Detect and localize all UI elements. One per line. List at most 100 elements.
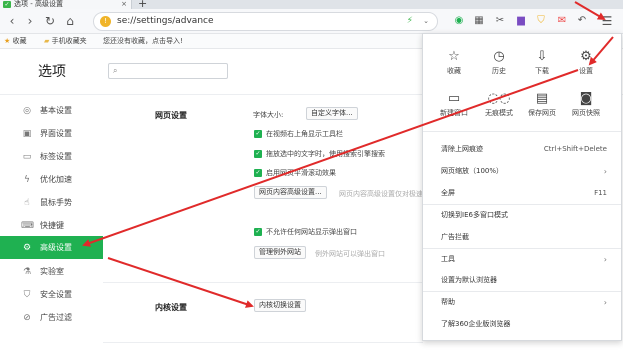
search-icon: ⌕ (113, 66, 118, 75)
menu-quick-label: 历史 (492, 67, 506, 75)
sidebar-item-adblock[interactable]: ⊘ 广告过滤 (0, 306, 103, 329)
menu-item-ie6-mode[interactable]: 切换到IE6多窗口模式 (423, 205, 621, 226)
speed-mode-icon[interactable]: ⚡ (407, 13, 413, 30)
sidebar-item-speed[interactable]: ϟ 优化加速 (0, 168, 103, 191)
content-settings-button[interactable]: 网页内容高级设置... (254, 186, 327, 199)
kernel-switch-button[interactable]: 内核切换设置 (254, 299, 306, 312)
tab-settings[interactable]: ✓ 选项 - 高级设置 × (0, 0, 132, 9)
shield-icon[interactable]: ⛉ (534, 14, 548, 28)
menu-quick-save-page[interactable]: ▤ 保存网页 (520, 84, 564, 122)
save-page-icon: ▤ (535, 91, 549, 106)
tab-strip: ✓ 选项 - 高级设置 × + (0, 0, 623, 10)
sidebar-hotkeys-icon: ⌨ (21, 220, 34, 231)
checkbox-drag-search[interactable]: ✓ 拖放选中的文字时，使用搜索引擎搜索 (254, 149, 385, 159)
menu-item-label: 帮助 (441, 298, 455, 306)
extension-icon[interactable]: ◉ (452, 14, 466, 28)
menu-item-zoom[interactable]: 网页缩放（100%） › (423, 161, 621, 182)
close-icon[interactable]: × (121, 0, 127, 9)
sidebar-item-label: 实验室 (40, 267, 64, 276)
page-title: 选项 (38, 64, 66, 80)
chevron-right-icon: › (603, 298, 607, 307)
star-icon: ★ (4, 37, 11, 45)
sidebar-ui-icon: ▣ (22, 128, 32, 139)
sidebar-item-label: 优化加速 (40, 175, 72, 184)
menu-quick-label: 网页快照 (572, 109, 600, 117)
refresh-icon[interactable]: ↻ (42, 13, 58, 29)
home-icon[interactable]: ⌂ (62, 13, 78, 29)
menu-item-label: 设置为默认浏览器 (441, 276, 497, 284)
menu-quick-favorites[interactable]: ☆ 收藏 (432, 42, 476, 80)
sidebar-basic-icon: ◎ (23, 105, 31, 116)
sidebar-item-lab[interactable]: ⚗ 实验室 (0, 260, 103, 283)
font-size-label: 字体大小: (253, 111, 284, 119)
menu-quick-label: 保存网页 (528, 109, 556, 117)
custom-font-button[interactable]: 自定义字体... (306, 107, 358, 120)
sidebar-item-advanced[interactable]: ⚙ 高级设置 (0, 236, 103, 259)
url-text[interactable]: se://settings/advance (117, 13, 214, 30)
menu-item-fullscreen[interactable]: 全屏 F11 (423, 183, 621, 204)
sidebar-item-label: 快捷键 (40, 221, 64, 230)
sidebar-adblock-icon: ⊘ (23, 312, 31, 323)
bookmark-mobile[interactable]: ▰ 手机收藏夹 (44, 34, 87, 49)
menu-quick-history[interactable]: ◷ 历史 (477, 42, 521, 80)
sidebar-item-label: 鼠标手势 (40, 198, 72, 207)
exceptions-hint: 例外网站可以弹出窗口 (315, 250, 385, 258)
menu-item-label: 切换到IE6多窗口模式 (441, 211, 508, 219)
menu-item-ad-block[interactable]: 广告拦截 (423, 227, 621, 248)
checkbox-checked-icon: ✓ (254, 150, 262, 158)
menu-quick-settings[interactable]: ⚙ 设置 (564, 42, 608, 80)
menu-quick-label: 设置 (579, 67, 593, 75)
shortcut-key: Ctrl+Shift+Delete (543, 145, 607, 153)
address-bar[interactable]: ! se://settings/advance ⚡ ⌄ (93, 12, 438, 31)
folder-icon: ▰ (44, 37, 50, 45)
chevron-down-icon[interactable]: ⌄ (423, 13, 429, 30)
translate-icon[interactable]: ▆ (514, 14, 528, 28)
sidebar-item-mouse[interactable]: ☝ 鼠标手势 (0, 191, 103, 214)
menu-quick-new-window[interactable]: ▭ 新建窗口 (432, 84, 476, 122)
checkbox-block-popups[interactable]: ✓ 不允许任何网站显示弹出窗口 (254, 227, 357, 237)
sidebar-item-security[interactable]: ⛉ 安全设置 (0, 283, 103, 306)
sidebar-tabs-icon: ▭ (22, 151, 32, 162)
divider (103, 282, 423, 283)
checkbox-checked-icon: ✓ (254, 228, 262, 236)
checkbox-label: 启用网页平滑滚动效果 (266, 169, 336, 177)
checkbox-video-toolbar[interactable]: ✓ 在视频右上角显示工具栏 (254, 129, 343, 139)
forward-icon[interactable]: › (22, 13, 38, 29)
menu-item-clear-history[interactable]: 清除上网痕迹 Ctrl+Shift+Delete (423, 139, 621, 160)
undo-icon[interactable]: ↶ (575, 14, 589, 28)
chevron-right-icon: › (603, 255, 607, 264)
checkbox-smooth-scroll[interactable]: ✓ 启用网页平滑滚动效果 (254, 168, 336, 178)
menu-item-label: 全屏 (441, 189, 455, 197)
browser-main-menu: ☆ 收藏 ◷ 历史 ⇩ 下载 ⚙ 设置 ▭ 新建窗口 ◌◌ 无痕模式 ▤ 保存网页 ◙ 网页快照清除上网痕迹 C… (422, 33, 622, 341)
menu-quick-label: 无痕模式 (485, 109, 513, 117)
menu-quick-snapshot[interactable]: ◙ 网页快照 (564, 84, 608, 122)
sidebar-advanced-icon: ⚙ (22, 242, 32, 253)
mail-icon[interactable]: ✉ (555, 14, 569, 28)
search-input[interactable]: ⌕ (108, 63, 228, 79)
manage-exceptions-button[interactable]: 管理例外网站 (254, 246, 306, 259)
menu-icon[interactable]: ☰ (600, 14, 614, 28)
sidebar-item-ui[interactable]: ▣ 界面设置 (0, 122, 103, 145)
menu-item-tools[interactable]: 工具 › (423, 249, 621, 270)
menu-quick-download[interactable]: ⇩ 下载 (520, 42, 564, 80)
content-settings-hint: 网页内容高级设置仅对极速 (339, 190, 423, 198)
sidebar-item-tabs[interactable]: ▭ 标签设置 (0, 145, 103, 168)
sidebar-item-basic[interactable]: ◎ 基本设置 (0, 99, 103, 122)
download-icon: ⇩ (536, 49, 548, 64)
menu-item-about-enterprise[interactable]: 了解360企业版浏览器 (423, 314, 621, 335)
menu-item-set-default[interactable]: 设置为默认浏览器 (423, 270, 621, 291)
menu-divider (423, 131, 621, 132)
shortcut-key: F11 (594, 189, 607, 197)
grid-icon[interactable]: ▦ (472, 14, 486, 28)
scissors-icon[interactable]: ✂ (493, 14, 507, 28)
menu-quick-label: 收藏 (447, 67, 461, 75)
bookmark-import-hint[interactable]: 您还没有收藏，点击导入! (103, 34, 183, 49)
sidebar-item-label: 标签设置 (40, 152, 72, 161)
sidebar-item-hotkeys[interactable]: ⌨ 快捷键 (0, 214, 103, 237)
sidebar-item-label: 界面设置 (40, 129, 72, 138)
bookmark-favorites[interactable]: ★ 收藏 (4, 34, 27, 49)
menu-quick-incognito[interactable]: ◌◌ 无痕模式 (477, 84, 521, 122)
menu-item-label: 清除上网痕迹 (441, 145, 483, 153)
back-icon[interactable]: ‹ (4, 13, 20, 29)
menu-item-help[interactable]: 帮助 › (423, 292, 621, 313)
